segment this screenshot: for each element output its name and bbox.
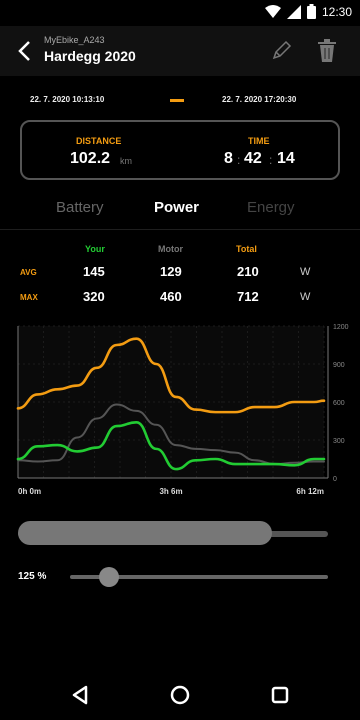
column-your: Your xyxy=(85,244,105,254)
x-tick-label: 0h 0m xyxy=(18,487,41,496)
battery-icon xyxy=(306,4,316,19)
system-nav-bar xyxy=(0,670,360,720)
tab-battery[interactable]: Battery xyxy=(56,199,104,216)
column-motor: Motor xyxy=(158,244,183,254)
max-your: 320 xyxy=(83,289,105,304)
max-motor: 460 xyxy=(160,289,182,304)
zoom-slider-thumb[interactable] xyxy=(98,567,119,587)
y-tick-label: 300 xyxy=(333,438,345,445)
edit-icon[interactable] xyxy=(268,38,294,64)
max-unit: W xyxy=(300,291,311,303)
time-separator: : xyxy=(269,153,273,167)
timeline-fill[interactable] xyxy=(18,521,273,545)
tab-power[interactable]: Power xyxy=(154,199,199,216)
home-circle-icon[interactable] xyxy=(168,683,192,707)
power-chart[interactable]: 0 300 600 900 1200 0h 0m 3h 6m 6h 12m xyxy=(0,320,360,510)
avg-motor: 129 xyxy=(160,264,182,279)
delete-icon[interactable] xyxy=(314,38,340,64)
y-tick-label: 0 xyxy=(333,476,337,483)
wifi-icon xyxy=(264,4,281,18)
time-seconds: 14 xyxy=(277,150,295,167)
status-icons: 12:30 xyxy=(264,4,352,19)
avg-your: 145 xyxy=(83,264,105,279)
summary-card: DISTANCE 102.2 km TIME 8 : 42 : 14 xyxy=(20,120,340,180)
zoom-label: 125 % xyxy=(18,571,47,582)
ride-title: Hardegg 2020 xyxy=(44,48,136,64)
range-separator xyxy=(170,99,184,102)
status-bar: 12:30 xyxy=(0,0,360,26)
y-tick-label: 1200 xyxy=(333,324,349,331)
tab-divider xyxy=(0,229,360,230)
avg-unit: W xyxy=(300,266,311,278)
avg-total: 210 xyxy=(237,264,259,279)
max-total: 712 xyxy=(237,289,259,304)
x-tick-label: 6h 12m xyxy=(296,487,324,496)
signal-icon xyxy=(286,4,301,19)
row-label-max: MAX xyxy=(20,293,38,302)
column-total: Total xyxy=(236,244,257,254)
time-separator: : xyxy=(237,153,241,167)
time-label: TIME xyxy=(248,136,270,146)
bike-name: MyEbike_A243 xyxy=(44,35,105,45)
back-triangle-icon[interactable] xyxy=(68,683,92,707)
y-tick-label: 600 xyxy=(333,400,345,407)
range-end[interactable]: 22. 7. 2020 17:20:30 xyxy=(222,95,296,104)
distance-label: DISTANCE xyxy=(76,136,122,146)
distance-unit: km xyxy=(120,156,132,166)
back-arrow-icon[interactable] xyxy=(12,38,38,64)
app-bar: MyEbike_A243 Hardegg 2020 xyxy=(0,26,360,76)
x-tick-label: 3h 6m xyxy=(159,487,182,496)
row-label-avg: AVG xyxy=(20,268,37,277)
range-start[interactable]: 22. 7. 2020 10:13:10 xyxy=(30,95,104,104)
clock: 12:30 xyxy=(321,4,352,19)
power-chart-svg: 0 300 600 900 1200 0h 0m 3h 6m 6h 12m xyxy=(16,324,349,496)
y-tick-label: 900 xyxy=(333,362,345,369)
recents-square-icon[interactable] xyxy=(268,683,292,707)
time-minutes: 42 xyxy=(244,150,262,167)
time-hours: 8 xyxy=(224,150,233,167)
distance-value: 102.2 xyxy=(70,150,111,167)
tab-energy[interactable]: Energy xyxy=(247,199,295,216)
